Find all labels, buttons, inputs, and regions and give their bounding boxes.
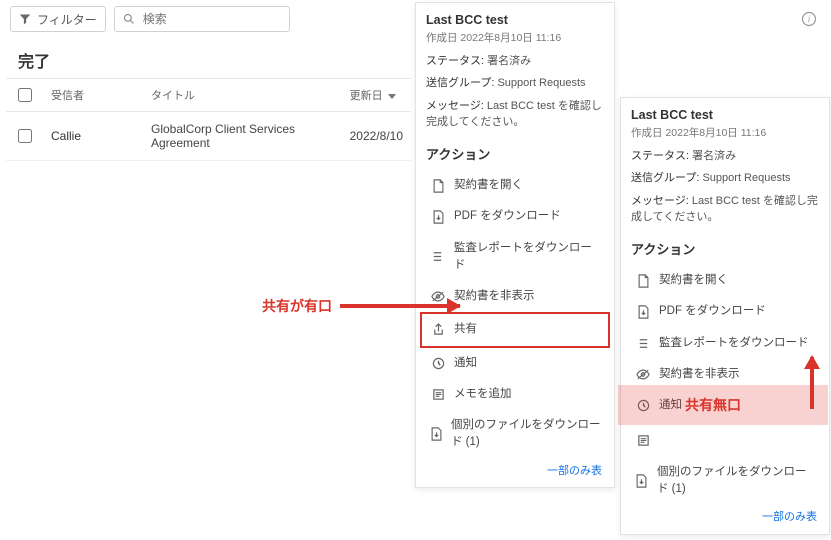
show-less-link[interactable]: 一部のみ表 [426,459,604,482]
pdf-download-icon [428,210,448,224]
action-share[interactable]: 共有 [420,312,610,347]
action-download-files[interactable]: 個別のファイルをダウンロード (1) [631,457,819,506]
action-download-files[interactable]: 個別のファイルをダウンロード (1) [426,410,604,459]
row-checkbox[interactable] [18,129,32,143]
action-add-note[interactable]: メモを追加 [631,425,819,456]
actions-heading: アクション [631,240,819,260]
filter-label: フィルター [37,11,97,28]
col-recipient[interactable]: 受信者 [43,79,143,112]
funnel-icon [19,13,31,25]
panel-created: 作成日 2022年8月10日 11:16 [631,126,819,142]
action-remind[interactable]: 通知 [631,390,819,421]
panel-status: ステータス: 署名済み [426,53,604,70]
col-updated[interactable]: 更新日 [350,90,383,102]
info-icon[interactable]: i [801,11,817,27]
search-icon [123,13,135,25]
panel-message: メッセージ: Last BCC test を確認し完成してください。 [631,193,819,226]
action-download-pdf[interactable]: PDF をダウンロード [631,296,819,327]
svg-text:i: i [808,14,811,24]
action-open-agreement[interactable]: 契約書を開く [631,265,819,296]
files-download-icon [633,474,651,488]
document-icon [633,274,653,288]
show-less-link[interactable]: 一部のみ表 [631,505,819,528]
action-remind[interactable]: 通知 [426,348,604,379]
panel-title: Last BCC test [426,11,604,30]
note-icon [428,388,448,401]
action-hide-agreement[interactable]: 契約書を非表示 [426,281,604,312]
detail-panel-with-share: Last BCC test 作成日 2022年8月10日 11:16 ステータス… [415,2,615,488]
files-download-icon [428,427,445,441]
pdf-download-icon [633,305,653,319]
panel-message: メッセージ: Last BCC test を確認し完成してください。 [426,98,604,131]
table-row[interactable]: Callie GlobalCorp Client Services Agreem… [6,112,411,161]
eye-off-icon [428,290,448,303]
table-header-row: 受信者 タイトル 更新日 [6,79,411,112]
cell-updated: 2022/8/10 [342,112,411,161]
panel-group: 送信グループ: Support Requests [631,170,819,187]
list-icon [633,337,653,350]
col-title[interactable]: タイトル [143,79,342,112]
eye-off-icon [633,368,653,381]
search-input[interactable] [141,11,281,27]
clock-icon [428,357,448,370]
clock-icon [633,399,653,412]
action-add-note[interactable]: メモを追加 [426,379,604,410]
action-hide-agreement[interactable]: 契約書を非表示 [631,359,819,390]
agreements-table: 受信者 タイトル 更新日 Callie GlobalCorp Client Se… [6,78,411,161]
search-box[interactable] [114,6,290,32]
sort-down-icon [388,92,396,100]
list-icon [428,250,448,263]
action-download-pdf[interactable]: PDF をダウンロード [426,201,604,232]
panel-created: 作成日 2022年8月10日 11:16 [426,31,604,47]
panel-title: Last BCC test [631,106,819,125]
panel-status: ステータス: 署名済み [631,148,819,165]
actions-heading: アクション [426,145,604,165]
panel-group: 送信グループ: Support Requests [426,75,604,92]
note-icon [633,434,653,447]
cell-title: GlobalCorp Client Services Agreement [143,112,342,161]
annotation-label: 共有が有口 [262,296,332,316]
cell-recipient: Callie [43,112,143,161]
action-open-agreement[interactable]: 契約書を開く [426,170,604,201]
filter-button[interactable]: フィルター [10,6,106,32]
action-download-audit[interactable]: 監査レポートをダウンロード [426,233,604,282]
document-icon [428,179,448,193]
action-download-audit[interactable]: 監査レポートをダウンロード [631,328,819,359]
select-all-checkbox[interactable] [18,88,32,102]
detail-panel-without-share: Last BCC test 作成日 2022年8月10日 11:16 ステータス… [620,97,830,535]
share-icon [428,323,448,336]
